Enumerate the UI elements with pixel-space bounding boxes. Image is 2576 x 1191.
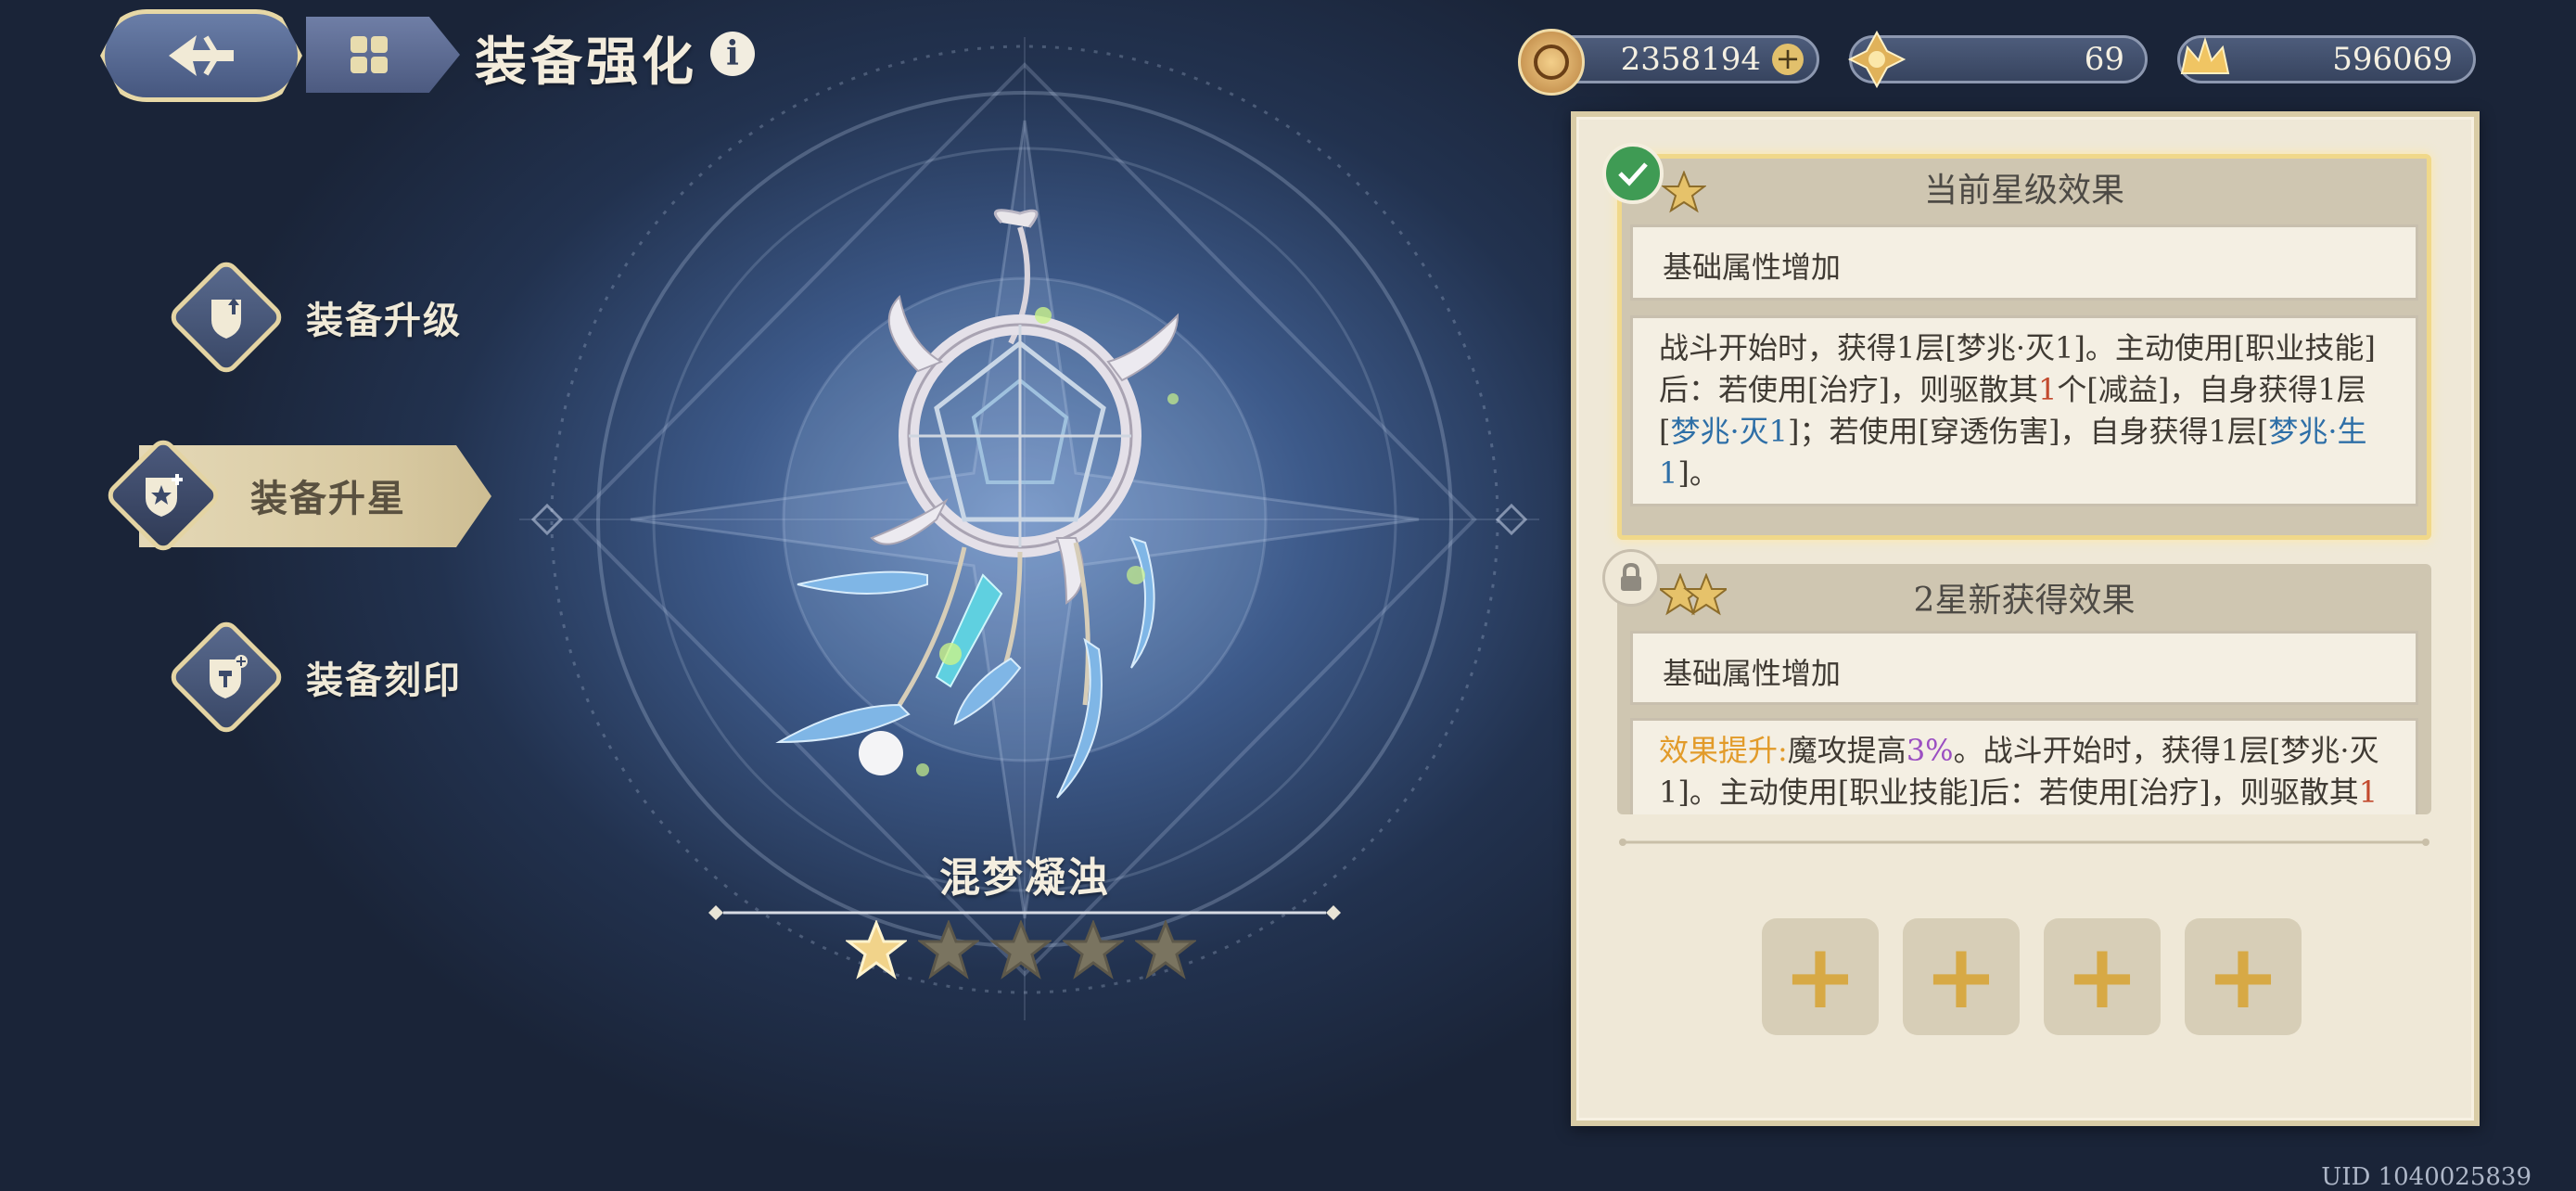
star-filled-icon [846, 920, 907, 980]
material-slot-4[interactable]: + [2185, 918, 2302, 1035]
item-name: 混梦凝浊 [939, 854, 1110, 902]
coin-icon [1518, 29, 1585, 96]
resource-gold: 596069 [2177, 35, 2476, 83]
star-rating [846, 920, 1196, 980]
effect-text-segment: 1 [2358, 775, 2378, 810]
effect-text-segment: 效果提升: [1659, 733, 1788, 768]
crystal-value: 69 [2084, 41, 2124, 78]
material-slot-3[interactable]: + [2044, 918, 2161, 1035]
current-effect-text: 战斗开始时，获得1层[梦兆·灭1]。主动使用[职业技能]后：若使用[治疗]，则驱… [1630, 315, 2418, 506]
user-id: UID 1040025839 [2321, 1163, 2531, 1191]
next-basic-attribute: 基础属性增加 [1630, 631, 2418, 705]
info-icon[interactable]: i [710, 32, 755, 76]
menu-label-engrave: 装备刻印 [306, 659, 462, 702]
effect-text-segment: 魔攻提高 [1787, 733, 1906, 768]
engrave-icon [165, 616, 287, 738]
effect-text-segment: ]。 [1677, 455, 1719, 491]
menu-item-engrave[interactable]: 装备刻印 [165, 616, 462, 738]
menu-item-star-up[interactable]: 装备升星 [102, 434, 406, 557]
gold-value: 596069 [2332, 41, 2453, 78]
dreamcatcher-equipment-image [775, 209, 1180, 799]
page-title: 装备强化 [475, 32, 697, 93]
star-empty-icon [918, 920, 979, 980]
add-material-icon: + [2205, 925, 2281, 1029]
add-material-icon: + [1782, 925, 1858, 1029]
effect-text-segment: ]；若使用[穿透伤害]，自身获得1层[ [1788, 414, 2269, 449]
add-material-icon: + [1923, 925, 1999, 1029]
menu-item-upgrade[interactable]: 装备升级 [165, 256, 462, 378]
home-button[interactable] [306, 17, 460, 93]
gold-crown-icon [2174, 29, 2236, 90]
next-effect-text: 效果提升:魔攻提高3%。战斗开始时，获得1层[梦兆·灭1]。主动使用[职业技能]… [1630, 718, 2418, 814]
home-grid-icon [351, 36, 388, 73]
back-arrow-icon [169, 35, 234, 76]
panel-divider [1619, 839, 2429, 846]
material-slot-2[interactable]: + [1903, 918, 2020, 1035]
current-star-title: 当前星级效果 [1923, 172, 2124, 210]
back-button[interactable] [100, 9, 302, 102]
star-empty-icon [1063, 920, 1124, 980]
star-empty-icon [990, 920, 1052, 980]
coin-value: 2358194 [1620, 41, 1761, 78]
effect-text-segment: 梦兆·灭1 [1670, 414, 1789, 449]
next-star-title: 2星新获得效果 [1913, 582, 2136, 620]
resource-crystal: 69 [1847, 30, 2148, 89]
crystal-icon [1846, 29, 1907, 90]
current-basic-attribute: 基础属性增加 [1630, 224, 2418, 301]
material-slot-1[interactable]: + [1762, 918, 1879, 1035]
star-up-icon [102, 434, 224, 557]
add-coin-icon[interactable]: + [1772, 44, 1804, 75]
upgrade-icon [165, 256, 287, 378]
star-empty-icon [1135, 920, 1196, 980]
resource-coin[interactable]: 2358194 + [1518, 29, 1819, 96]
add-material-icon: + [2064, 925, 2140, 1029]
menu-label-star-up: 装备升星 [250, 477, 406, 520]
menu-label-upgrade: 装备升级 [306, 299, 462, 342]
effect-text-segment: 3% [1906, 733, 1954, 768]
effect-text-segment: 1 [2037, 372, 2058, 407]
